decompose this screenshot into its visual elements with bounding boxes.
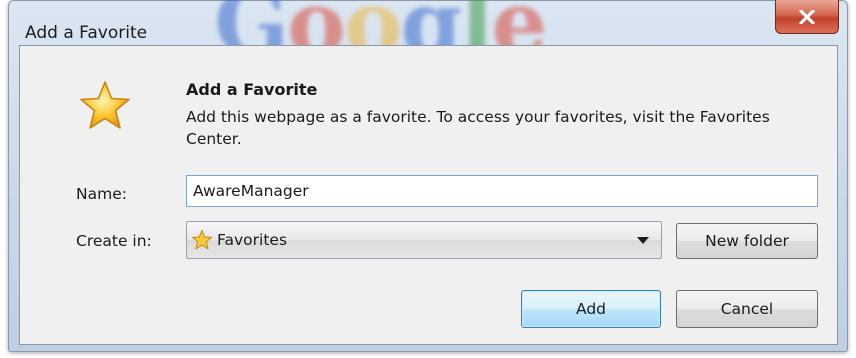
name-input[interactable]: [186, 175, 818, 207]
close-icon: [799, 9, 815, 24]
dialog-body: Add a Favorite Add this webpage as a fav…: [19, 45, 838, 345]
cancel-button[interactable]: Cancel: [676, 290, 818, 328]
create-in-label: Create in:: [76, 232, 152, 250]
new-folder-button[interactable]: New folder: [676, 223, 818, 259]
header-title: Add a Favorite: [186, 80, 318, 99]
create-in-select[interactable]: Favorites: [186, 221, 662, 259]
chevron-down-icon: [637, 237, 649, 244]
name-label: Name:: [76, 185, 127, 203]
star-icon: [80, 81, 130, 129]
close-button[interactable]: [775, 0, 839, 34]
create-in-value: Favorites: [217, 231, 288, 249]
add-button[interactable]: Add: [521, 290, 661, 328]
header-description: Add this webpage as a favorite. To acces…: [186, 108, 770, 148]
folder-star-icon: [192, 230, 212, 250]
add-favorite-dialog: Google Add a Favorite Add a Favorite Add…: [8, 0, 848, 352]
window-title: Add a Favorite: [25, 23, 148, 43]
